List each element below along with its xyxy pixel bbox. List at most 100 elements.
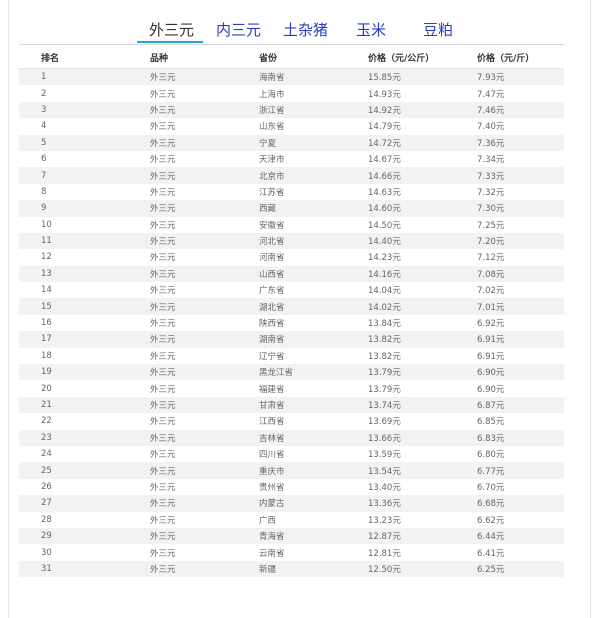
- breed-cell: 外三元: [128, 265, 237, 283]
- price-jin-cell: 6.91元: [455, 347, 564, 365]
- breed-cell: 外三元: [128, 134, 237, 151]
- table-row: 24 外三元 四川省 13.59元 6.80元: [19, 445, 564, 463]
- breed-cell: 外三元: [128, 413, 237, 430]
- price-jin-cell: 6.80元: [455, 445, 564, 463]
- breed-cell: 外三元: [128, 429, 237, 446]
- tab-dou-po[interactable]: 豆粕: [423, 18, 453, 42]
- rank-cell: 25: [19, 462, 128, 479]
- price-kg-cell: 14.79元: [346, 118, 455, 135]
- province-cell: 山东省: [237, 118, 346, 135]
- breed-cell: 外三元: [128, 380, 237, 397]
- price-kg-cell: 13.82元: [346, 331, 455, 348]
- table-row: 21 外三元 甘肃省 13.74元 6.87元: [19, 396, 564, 414]
- table-row: 28 外三元 广西 13.23元 6.62元: [19, 511, 564, 528]
- table-row: 29 外三元 青海省 12.87元 6.44元: [19, 527, 564, 545]
- breed-cell: 外三元: [128, 282, 237, 299]
- breed-cell: 外三元: [128, 560, 237, 578]
- price-jin-cell: 6.87元: [455, 396, 564, 414]
- breed-cell: 外三元: [128, 511, 237, 528]
- price-jin-cell: 6.77元: [455, 462, 564, 479]
- rank-cell: 12: [19, 249, 128, 266]
- rank-cell: 17: [19, 331, 128, 348]
- price-panel: 外三元 内三元 土杂猪 玉米 豆粕 排名 品种 省份 价格（元/公斤） 价格（元…: [8, 0, 591, 618]
- province-cell: 广西: [237, 511, 346, 528]
- rank-cell: 5: [19, 134, 128, 151]
- rank-cell: 3: [19, 101, 128, 119]
- table-row: 30 外三元 云南省 12.81元 6.41元: [19, 544, 564, 561]
- breed-cell: 外三元: [128, 232, 237, 250]
- breed-cell: 外三元: [128, 396, 237, 414]
- price-jin-cell: 6.90元: [455, 364, 564, 381]
- breed-cell: 外三元: [128, 314, 237, 332]
- breed-cell: 外三元: [128, 216, 237, 233]
- header-breed: 品种: [128, 46, 237, 69]
- table-row: 11 外三元 河北省 14.40元 7.20元: [19, 232, 564, 250]
- product-tabs: 外三元 内三元 土杂猪 玉米 豆粕: [9, 18, 590, 44]
- province-cell: 西藏: [237, 200, 346, 217]
- breed-cell: 外三元: [128, 167, 237, 184]
- tab-nei-san-yuan[interactable]: 内三元: [216, 18, 261, 42]
- price-kg-cell: 14.67元: [346, 150, 455, 168]
- province-cell: 安徽省: [237, 216, 346, 233]
- rank-cell: 11: [19, 232, 128, 250]
- price-jin-cell: 7.20元: [455, 232, 564, 250]
- price-jin-cell: 7.32元: [455, 183, 564, 201]
- tab-yu-mi[interactable]: 玉米: [356, 18, 386, 42]
- header-province: 省份: [237, 46, 346, 69]
- province-cell: 黑龙江省: [237, 364, 346, 381]
- rank-cell: 31: [19, 560, 128, 578]
- rank-cell: 26: [19, 478, 128, 496]
- table-row: 5 外三元 宁夏 14.72元 7.36元: [19, 134, 564, 151]
- table-row: 20 外三元 福建省 13.79元 6.90元: [19, 380, 564, 397]
- price-kg-cell: 12.87元: [346, 527, 455, 545]
- rank-cell: 13: [19, 265, 128, 283]
- price-kg-cell: 13.40元: [346, 478, 455, 496]
- price-ranking-table: 排名 品种 省份 价格（元/公斤） 价格（元/斤） 1 外三元 海南省 15.85元 7…: [19, 46, 564, 578]
- province-cell: 宁夏: [237, 134, 346, 151]
- table-row: 17 外三元 湖南省 13.82元 6.91元: [19, 331, 564, 348]
- price-kg-cell: 14.63元: [346, 183, 455, 201]
- price-kg-cell: 14.02元: [346, 298, 455, 315]
- price-kg-cell: 14.40元: [346, 232, 455, 250]
- price-kg-cell: 14.92元: [346, 101, 455, 119]
- table-row: 18 外三元 辽宁省 13.82元 6.91元: [19, 347, 564, 365]
- breed-cell: 外三元: [128, 200, 237, 217]
- table-row: 31 外三元 新疆 12.50元 6.25元: [19, 560, 564, 578]
- price-jin-cell: 7.08元: [455, 265, 564, 283]
- province-cell: 河南省: [237, 249, 346, 266]
- active-tab-underline: [137, 41, 203, 43]
- table-row: 6 外三元 天津市 14.67元 7.34元: [19, 150, 564, 168]
- price-kg-cell: 13.59元: [346, 445, 455, 463]
- province-cell: 新疆: [237, 560, 346, 578]
- province-cell: 广东省: [237, 282, 346, 299]
- province-cell: 甘肃省: [237, 396, 346, 414]
- province-cell: 江西省: [237, 413, 346, 430]
- price-jin-cell: 7.25元: [455, 216, 564, 233]
- rank-cell: 22: [19, 413, 128, 430]
- price-jin-cell: 6.91元: [455, 331, 564, 348]
- tab-tu-za-zhu[interactable]: 土杂猪: [283, 18, 328, 42]
- breed-cell: 外三元: [128, 527, 237, 545]
- table-row: 9 外三元 西藏 14.60元 7.30元: [19, 200, 564, 217]
- breed-cell: 外三元: [128, 101, 237, 119]
- price-kg-cell: 14.72元: [346, 134, 455, 151]
- breed-cell: 外三元: [128, 478, 237, 496]
- rank-cell: 24: [19, 445, 128, 463]
- table-row: 13 外三元 山西省 14.16元 7.08元: [19, 265, 564, 283]
- breed-cell: 外三元: [128, 331, 237, 348]
- header-price-per-jin: 价格（元/斤）: [455, 46, 564, 69]
- price-jin-cell: 6.25元: [455, 560, 564, 578]
- price-kg-cell: 13.84元: [346, 314, 455, 332]
- table-header-row: 排名 品种 省份 价格（元/公斤） 价格（元/斤）: [19, 46, 564, 69]
- table-row: 12 外三元 河南省 14.23元 7.12元: [19, 249, 564, 266]
- table-body: 1 外三元 海南省 15.85元 7.93元 2 外三元 上海市 14.93元 7.47元 3 外三元…: [19, 68, 564, 578]
- rank-cell: 2: [19, 85, 128, 102]
- price-jin-cell: 6.70元: [455, 478, 564, 496]
- province-cell: 辽宁省: [237, 347, 346, 365]
- tab-wai-san-yuan[interactable]: 外三元: [149, 18, 194, 42]
- table-row: 23 外三元 吉林省 13.66元 6.83元: [19, 429, 564, 446]
- province-cell: 海南省: [237, 68, 346, 86]
- price-kg-cell: 13.82元: [346, 347, 455, 365]
- table-row: 14 外三元 广东省 14.04元 7.02元: [19, 282, 564, 299]
- table-row: 8 外三元 江苏省 14.63元 7.32元: [19, 183, 564, 201]
